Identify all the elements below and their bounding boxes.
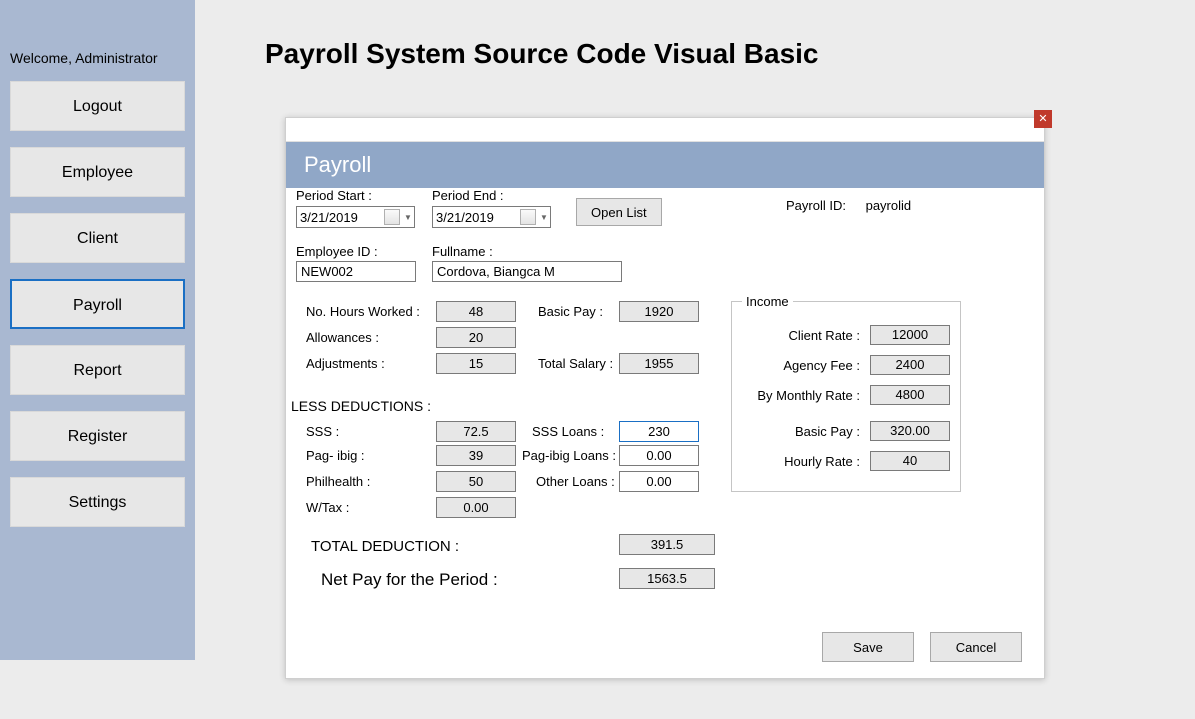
pagibig-loans-input[interactable] (619, 445, 699, 466)
other-loans-input[interactable] (619, 471, 699, 492)
cancel-button[interactable]: Cancel (930, 632, 1022, 662)
window-titlebar: ✕ (286, 118, 1044, 142)
sss-label: SSS : (306, 424, 339, 439)
total-salary-label: Total Salary : (538, 356, 613, 371)
hours-label: No. Hours Worked : (306, 304, 420, 319)
total-deduction-label: TOTAL DEDUCTION : (311, 538, 459, 555)
agency-fee-label: Agency Fee : (783, 358, 860, 373)
netpay-label: Net Pay for the Period : (321, 570, 498, 590)
netpay-value (619, 568, 715, 589)
period-end-picker[interactable]: ▼ (432, 206, 551, 228)
payroll-form: Period Start : ▼ Period End : ▼ Open Lis… (286, 188, 1044, 678)
chevron-down-icon[interactable]: ▼ (538, 208, 550, 226)
less-deductions-heading: LESS DEDUCTIONS : (291, 398, 431, 414)
window-header: Payroll (286, 142, 1044, 188)
page-title: Payroll System Source Code Visual Basic (265, 38, 819, 70)
sidebar: Welcome, Administrator Logout Employee C… (0, 0, 195, 660)
main-area: Payroll System Source Code Visual Basic … (195, 0, 1195, 719)
nav-register[interactable]: Register (10, 411, 185, 461)
employee-id-input[interactable] (296, 261, 416, 282)
client-rate-value: 12000 (870, 325, 950, 345)
payroll-id-label: Payroll ID: (786, 198, 846, 213)
sss-loans-input[interactable] (619, 421, 699, 442)
period-start-input[interactable] (297, 210, 382, 225)
payroll-window: ✕ Payroll Period Start : ▼ Period End : … (285, 117, 1045, 679)
basic-pay-label: Basic Pay : (538, 304, 603, 319)
hourly-rate-value: 40 (870, 451, 950, 471)
income-group: Income Client Rate : 12000 Agency Fee : … (731, 294, 961, 492)
employee-id-label: Employee ID : (296, 244, 416, 259)
basic-pay-value (619, 301, 699, 322)
nav-logout[interactable]: Logout (10, 81, 185, 131)
period-end-input[interactable] (433, 210, 518, 225)
pagibig-loans-label: Pag-ibig Loans : (522, 448, 616, 463)
client-rate-label: Client Rate : (788, 328, 860, 343)
calendar-icon[interactable] (384, 209, 400, 225)
nav-employee[interactable]: Employee (10, 147, 185, 197)
period-start-label: Period Start : (296, 188, 415, 203)
income-legend: Income (742, 294, 793, 309)
allowances-value[interactable] (436, 327, 516, 348)
sss-value (436, 421, 516, 442)
save-button[interactable]: Save (822, 632, 914, 662)
actions: Save Cancel (822, 632, 1022, 662)
fullname-input[interactable] (432, 261, 622, 282)
wtax-value (436, 497, 516, 518)
agency-fee-value: 2400 (870, 355, 950, 375)
period-end-label: Period End : (432, 188, 551, 203)
nav-client[interactable]: Client (10, 213, 185, 263)
total-salary-value (619, 353, 699, 374)
nav-report[interactable]: Report (10, 345, 185, 395)
welcome-text: Welcome, Administrator (0, 50, 195, 81)
pagibig-value (436, 445, 516, 466)
fullname-label: Fullname : (432, 244, 622, 259)
nav-payroll[interactable]: Payroll (10, 279, 185, 329)
by-monthly-rate-value: 4800 (870, 385, 950, 405)
other-loans-label: Other Loans : (536, 474, 615, 489)
philhealth-value (436, 471, 516, 492)
chevron-down-icon[interactable]: ▼ (402, 208, 414, 226)
hours-value[interactable] (436, 301, 516, 322)
income-basic-pay-value: 320.00 (870, 421, 950, 441)
allowances-label: Allowances : (306, 330, 379, 345)
pagibig-label: Pag- ibig : (306, 448, 365, 463)
hourly-rate-label: Hourly Rate : (784, 454, 860, 469)
income-basic-pay-label: Basic Pay : (795, 424, 860, 439)
by-monthly-rate-label: By Monthly Rate : (757, 388, 860, 403)
sss-loans-label: SSS Loans : (532, 424, 604, 439)
payroll-id-value: payrolid (866, 198, 912, 213)
nav-settings[interactable]: Settings (10, 477, 185, 527)
adjustments-label: Adjustments : (306, 356, 385, 371)
calendar-icon[interactable] (520, 209, 536, 225)
total-deduction-value (619, 534, 715, 555)
period-start-picker[interactable]: ▼ (296, 206, 415, 228)
wtax-label: W/Tax : (306, 500, 349, 515)
close-icon[interactable]: ✕ (1034, 110, 1052, 128)
adjustments-value[interactable] (436, 353, 516, 374)
open-list-button[interactable]: Open List (576, 198, 662, 226)
philhealth-label: Philhealth : (306, 474, 370, 489)
